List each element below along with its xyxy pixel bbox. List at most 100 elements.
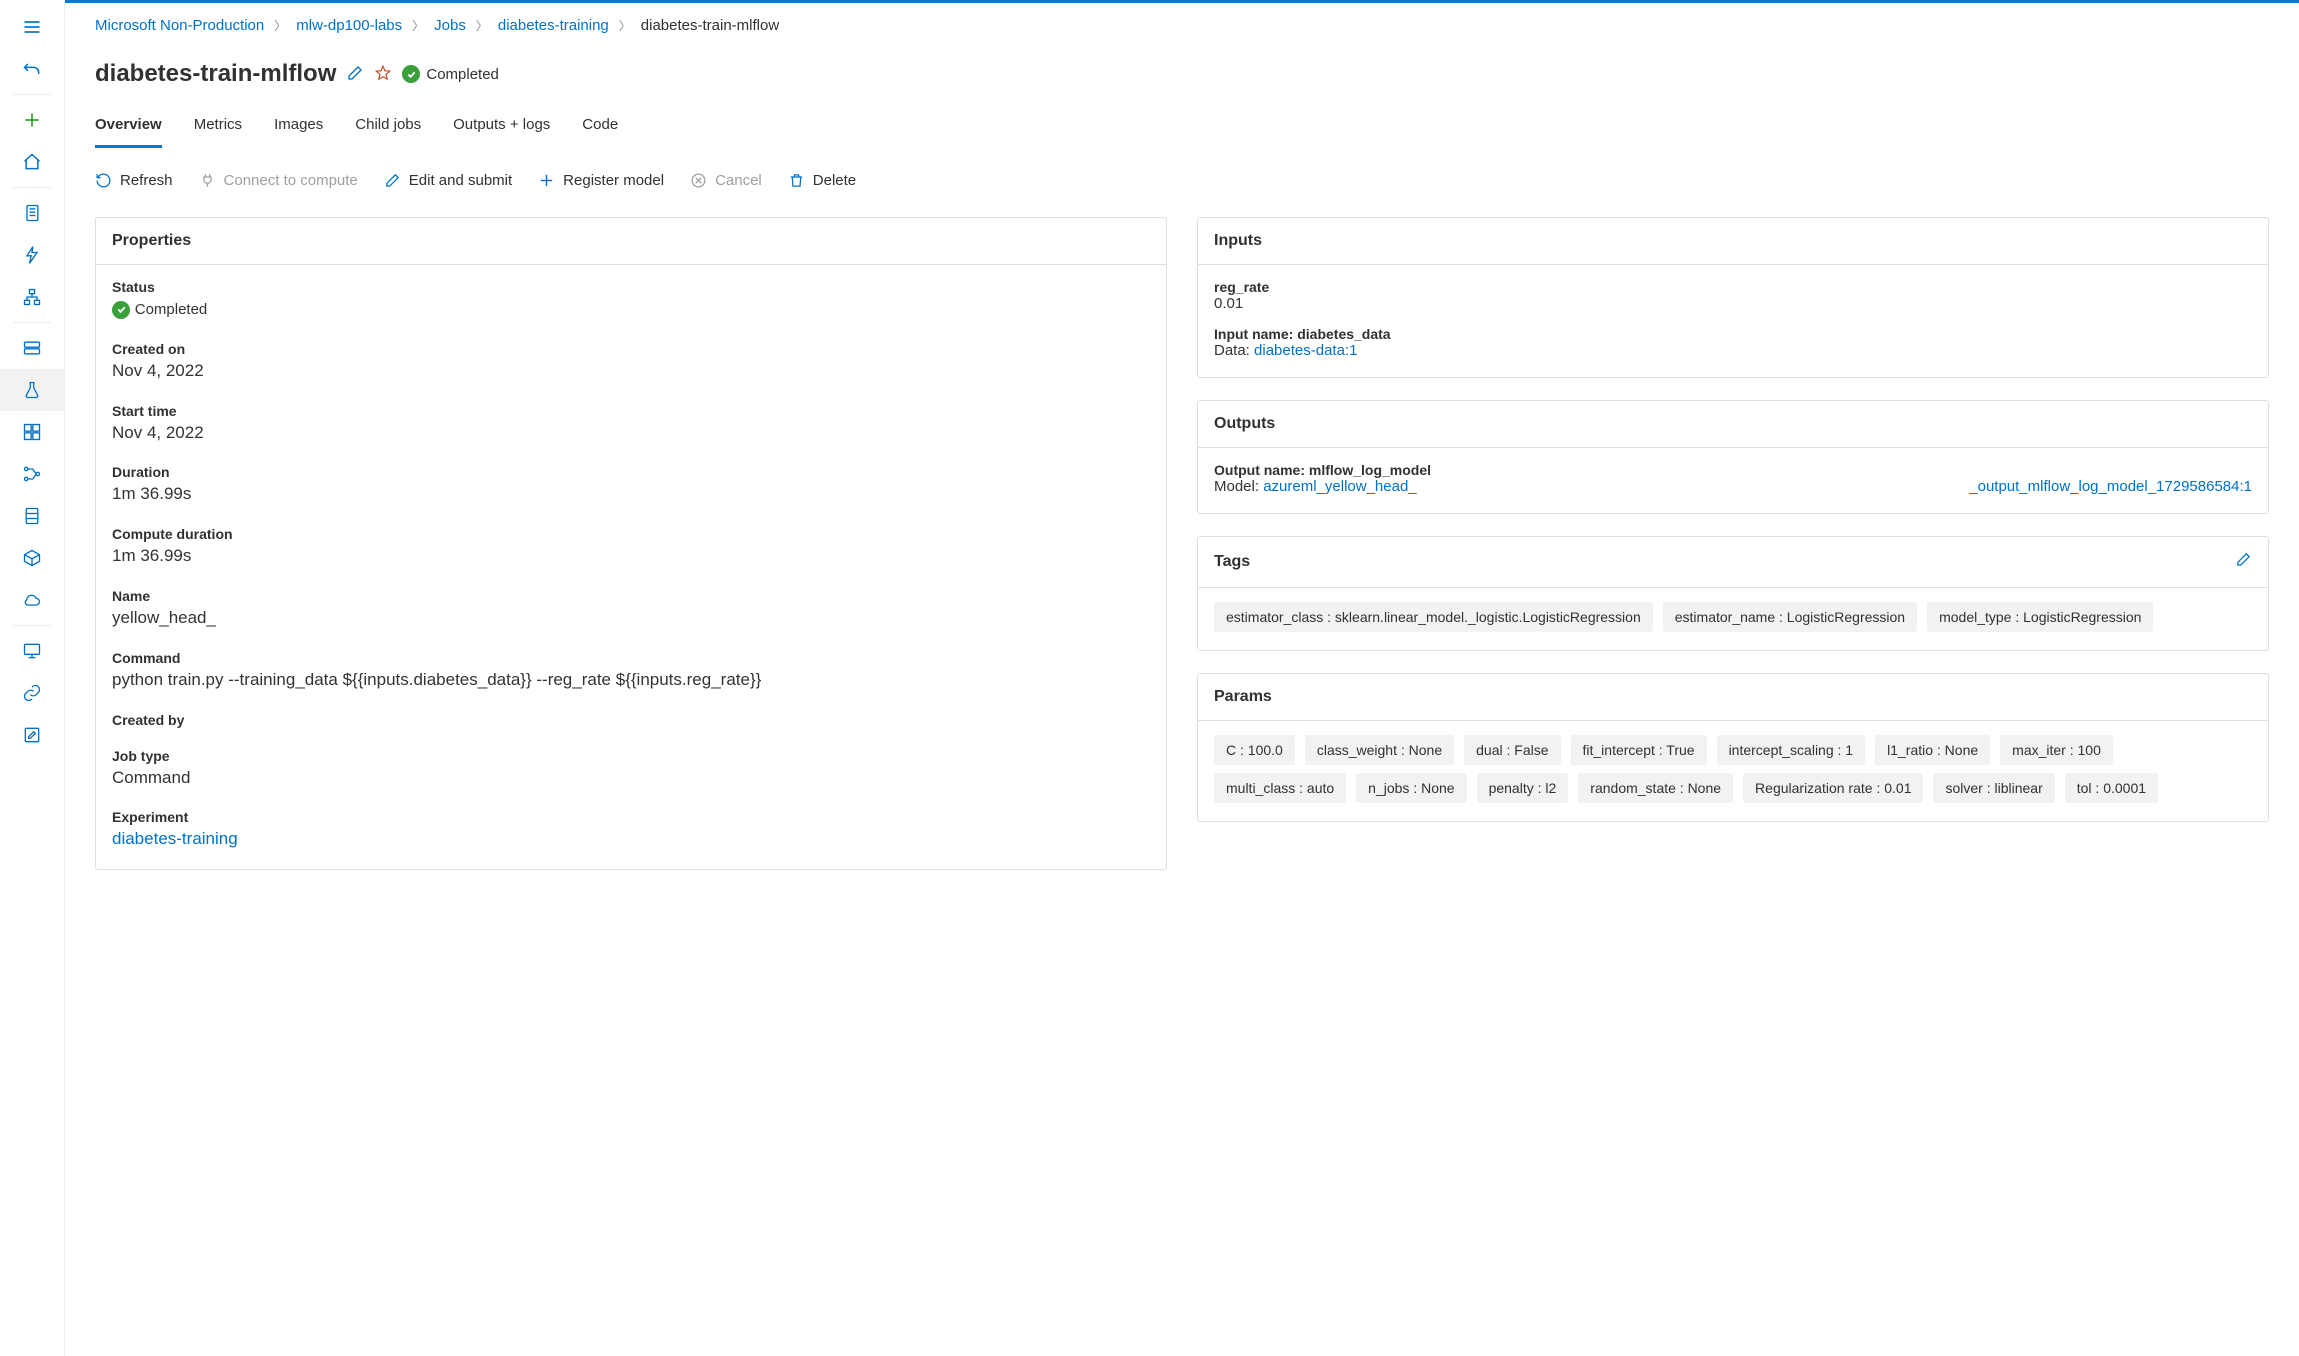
tags-card: Tags estimator_class : sklearn.linear_mo…: [1197, 536, 2269, 651]
status-badge: Completed: [402, 65, 499, 83]
designer-button[interactable]: [0, 276, 64, 318]
breadcrumb-link[interactable]: mlw-dp100-labs: [296, 17, 402, 34]
tag-chip[interactable]: estimator_name : LogisticRegression: [1663, 602, 1917, 632]
models-button[interactable]: [0, 537, 64, 579]
pipeline-icon: [22, 464, 42, 484]
param-chip[interactable]: penalty : l2: [1477, 773, 1569, 803]
name-value: yellow_head_: [112, 606, 1150, 630]
model-link-tail[interactable]: _output_mlflow_log_model_1729586584:1: [1969, 478, 2252, 495]
model-link[interactable]: azureml_yellow_head_: [1263, 478, 1416, 495]
menu-button[interactable]: [0, 6, 64, 48]
status-text: Completed: [426, 66, 499, 83]
tags-header: Tags: [1214, 553, 1250, 571]
tab-metrics[interactable]: Metrics: [194, 116, 242, 148]
plus-icon: [538, 172, 555, 189]
compute-button[interactable]: [0, 630, 64, 672]
automl-button[interactable]: [0, 234, 64, 276]
tab-images[interactable]: Images: [274, 116, 323, 148]
tag-chip[interactable]: estimator_class : sklearn.linear_model._…: [1214, 602, 1653, 632]
beaker-icon: [22, 380, 42, 400]
edit-title-button[interactable]: [346, 64, 364, 85]
tab-child-jobs[interactable]: Child jobs: [355, 116, 421, 148]
breadcrumb: Microsoft Non-Production 〉 mlw-dp100-lab…: [95, 3, 2269, 46]
param-chip[interactable]: class_weight : None: [1305, 735, 1454, 765]
model-prefix: Model:: [1214, 478, 1263, 495]
chevron-right-icon: 〉: [619, 17, 631, 34]
status-value: Completed: [135, 301, 208, 318]
outputs-card: Outputs Output name: mlflow_log_model Mo…: [1197, 400, 2269, 514]
lightning-gear-icon: [22, 245, 42, 265]
favorite-button[interactable]: [374, 64, 392, 85]
param-chip[interactable]: multi_class : auto: [1214, 773, 1346, 803]
edit-submit-button[interactable]: Edit and submit: [384, 172, 512, 189]
data-prefix: Data:: [1214, 342, 1254, 359]
param-chip[interactable]: solver : liblinear: [1933, 773, 2054, 803]
inputs-header: Inputs: [1198, 218, 2268, 265]
linked-button[interactable]: [0, 672, 64, 714]
reg-rate-value: 0.01: [1214, 295, 2252, 312]
refresh-button[interactable]: Refresh: [95, 172, 173, 189]
register-model-button[interactable]: Register model: [538, 172, 664, 189]
breadcrumb-current: diabetes-train-mlflow: [641, 17, 779, 34]
link-icon: [22, 683, 42, 703]
environments-button[interactable]: [0, 495, 64, 537]
param-chip[interactable]: fit_intercept : True: [1571, 735, 1707, 765]
notebook-icon: [22, 203, 42, 223]
param-chip[interactable]: Regularization rate : 0.01: [1743, 773, 1923, 803]
param-chip[interactable]: random_state : None: [1578, 773, 1733, 803]
param-chip[interactable]: max_iter : 100: [2000, 735, 2113, 765]
compute-duration-label: Compute duration: [112, 526, 1150, 542]
param-chip[interactable]: C : 100.0: [1214, 735, 1295, 765]
check-circle-icon: [402, 65, 420, 83]
status-label: Status: [112, 279, 1150, 295]
param-chip[interactable]: intercept_scaling : 1: [1717, 735, 1866, 765]
tab-overview[interactable]: Overview: [95, 116, 162, 148]
components-icon: [22, 422, 42, 442]
labeling-button[interactable]: [0, 714, 64, 756]
chevron-right-icon: 〉: [412, 17, 424, 34]
start-time-value: Nov 4, 2022: [112, 421, 1150, 445]
tag-chip[interactable]: model_type : LogisticRegression: [1927, 602, 2153, 632]
cancel-circle-icon: [690, 172, 707, 189]
back-button[interactable]: [0, 48, 64, 90]
experiment-link[interactable]: diabetes-training: [112, 829, 238, 848]
tab-code[interactable]: Code: [582, 116, 618, 148]
pencil-icon: [346, 64, 364, 82]
breadcrumb-link[interactable]: Microsoft Non-Production: [95, 17, 264, 34]
data-button[interactable]: [0, 327, 64, 369]
home-button[interactable]: [0, 141, 64, 183]
breadcrumb-link[interactable]: diabetes-training: [498, 17, 609, 34]
cube-icon: [22, 548, 42, 568]
check-circle-icon: [112, 301, 130, 319]
input-data-link[interactable]: diabetes-data:1: [1254, 342, 1357, 359]
name-label: Name: [112, 588, 1150, 604]
server-icon: [22, 506, 42, 526]
hamburger-icon: [22, 17, 42, 37]
param-chip[interactable]: l1_ratio : None: [1875, 735, 1990, 765]
cancel-button: Cancel: [690, 172, 762, 189]
data-icon: [22, 338, 42, 358]
edit-square-icon: [22, 725, 42, 745]
job-type-value: Command: [112, 766, 1150, 790]
created-on-value: Nov 4, 2022: [112, 359, 1150, 383]
refresh-icon: [95, 172, 112, 189]
endpoints-button[interactable]: [0, 579, 64, 621]
param-chip[interactable]: tol : 0.0001: [2065, 773, 2158, 803]
pipelines-button[interactable]: [0, 453, 64, 495]
tab-outputs-logs[interactable]: Outputs + logs: [453, 116, 550, 148]
pencil-icon: [384, 172, 401, 189]
breadcrumb-link[interactable]: Jobs: [434, 17, 466, 34]
plug-icon: [199, 172, 216, 189]
param-chip[interactable]: dual : False: [1464, 735, 1560, 765]
components-button[interactable]: [0, 411, 64, 453]
delete-button[interactable]: Delete: [788, 172, 856, 189]
command-value: python train.py --training_data ${{input…: [112, 668, 1150, 692]
left-rail: [0, 0, 65, 1356]
notebooks-button[interactable]: [0, 192, 64, 234]
jobs-button[interactable]: [0, 369, 64, 411]
new-button[interactable]: [0, 99, 64, 141]
compute-duration-value: 1m 36.99s: [112, 544, 1150, 568]
param-chip[interactable]: n_jobs : None: [1356, 773, 1466, 803]
connect-compute-button: Connect to compute: [199, 172, 358, 189]
edit-tags-button[interactable]: [2235, 551, 2252, 573]
